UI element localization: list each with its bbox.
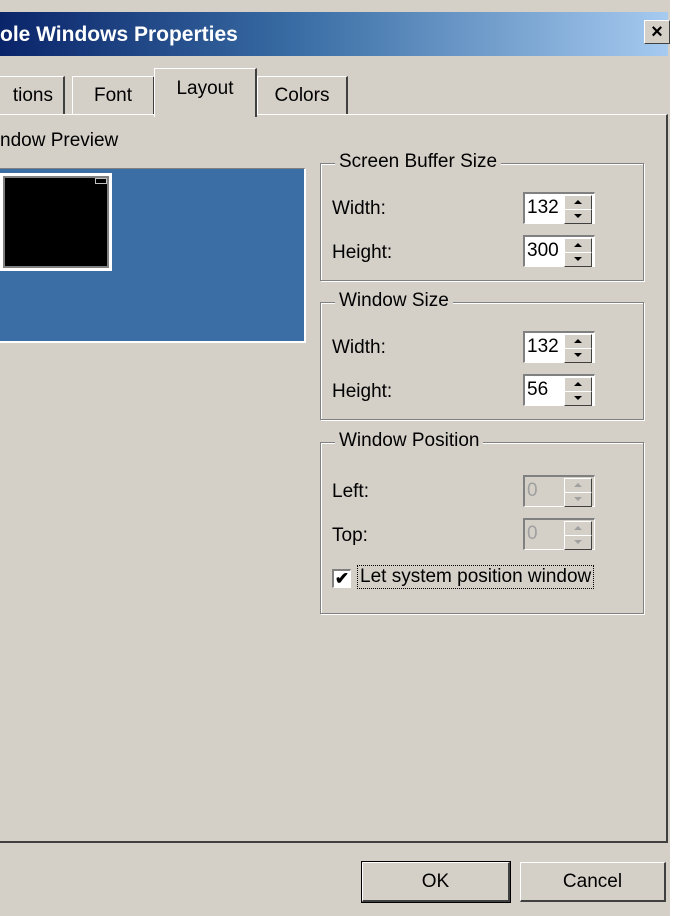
window-top-edge [0,0,684,10]
title-bar[interactable]: ole Windows Properties × [0,12,670,56]
properties-window: ole Windows Properties × tions Font Layo… [0,0,684,916]
desktop-background [670,0,684,916]
tab-layout-label: Layout [176,78,234,99]
ok-button[interactable]: OK [361,861,511,903]
tab-layout[interactable]: Layout [154,68,257,117]
close-icon: × [651,21,663,43]
tab-options[interactable]: tions [0,76,65,114]
layout-tab-panel [0,114,668,843]
tab-font-label: Font [93,85,133,106]
close-button[interactable]: × [644,20,670,44]
tab-colors-label: Colors [274,85,330,106]
tab-colors[interactable]: Colors [257,76,348,115]
tab-font[interactable]: Font [72,76,155,115]
cancel-button[interactable]: Cancel [520,862,666,902]
window-title: ole Windows Properties [0,23,238,46]
tab-options-label: tions [12,85,53,106]
